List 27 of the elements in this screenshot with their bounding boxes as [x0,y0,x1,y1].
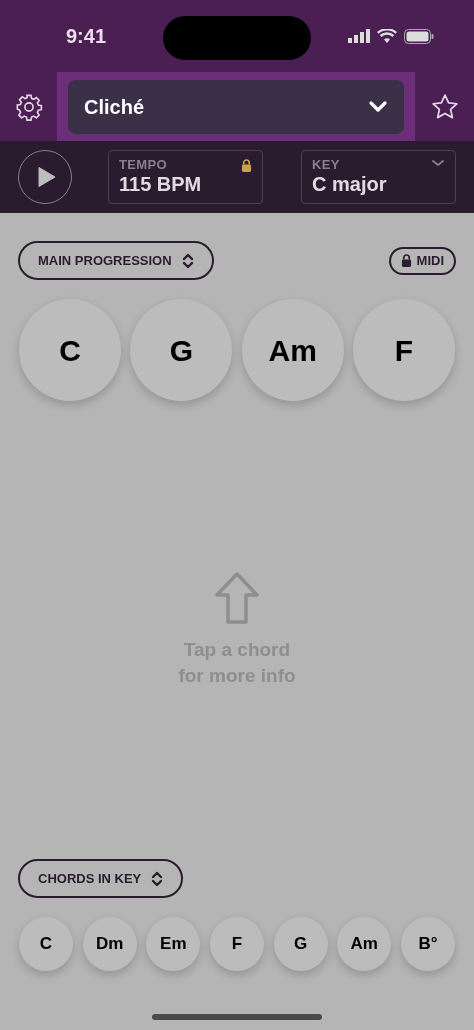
play-icon [38,166,56,188]
progression-picker[interactable]: MAIN PROGRESSION [18,241,214,280]
chord-button[interactable]: G [273,917,328,971]
chord-button[interactable]: Dm [82,917,137,971]
status-time: 9:41 [66,24,107,49]
chord-button[interactable]: G [130,299,233,401]
chevron-down-icon [432,160,444,166]
song-dropdown[interactable]: Cliché [68,79,404,134]
chord-button[interactable]: F [209,917,264,971]
chord-button[interactable]: F [353,299,455,401]
chords-in-key-picker[interactable]: CHORDS IN KEY [18,859,184,898]
battery-icon [404,28,434,44]
chord-button[interactable]: Am [241,299,344,401]
wifi-icon [377,28,397,44]
key-dropdown[interactable]: KEY C major [301,150,456,204]
signal-icon [348,29,370,43]
chevron-down-icon [368,99,388,114]
up-down-chevron-icon [181,251,194,270]
chord-button[interactable]: B° [400,917,455,971]
up-down-chevron-icon [151,869,164,888]
tempo-field[interactable]: TEMPO 115 BPM [108,150,263,204]
midi-button[interactable]: MIDI [388,246,456,275]
up-arrow-icon [213,571,261,625]
chord-button[interactable]: Am [337,917,392,971]
chord-button[interactable]: C [19,299,121,401]
chord-button[interactable]: Em [146,917,201,971]
chord-button[interactable]: C [19,917,73,971]
